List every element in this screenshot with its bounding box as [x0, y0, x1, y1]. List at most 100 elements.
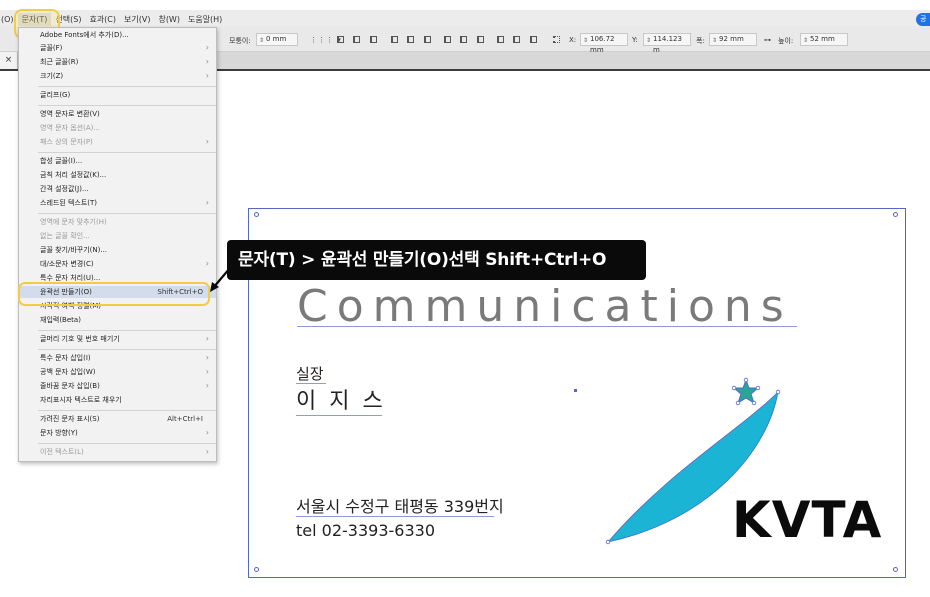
menu-item-resolve-missing-fonts: 없는 글꼴 확인... — [40, 232, 90, 240]
height-field[interactable]: ⇕ 52 mm — [800, 33, 848, 46]
submenu-arrow-icon: › — [205, 71, 209, 80]
stepper-icon[interactable]: ⇕ — [259, 35, 264, 46]
menu-separator — [38, 443, 216, 444]
anchor-point[interactable] — [605, 539, 611, 545]
menu-separator — [38, 410, 216, 411]
submenu-arrow-icon: › — [205, 353, 209, 362]
align-right-icon[interactable] — [370, 36, 377, 43]
y-field[interactable]: ⇕ 114.123 m — [643, 33, 691, 54]
menubar-top-space — [0, 0, 930, 10]
width-label: 폭: — [696, 37, 705, 45]
submenu-arrow-icon: › — [205, 57, 209, 66]
x-label: X: — [569, 36, 577, 44]
share-button[interactable]: 공 — [916, 13, 930, 26]
menu-item-type-orientation[interactable]: 문자 방향(Y) › — [19, 427, 216, 439]
menu-item-fit-headline: 영역에 문자 맞추기(H) — [40, 218, 107, 226]
menu-item-composite-fonts[interactable]: 합성 글꼴(I)... — [19, 155, 216, 167]
card-job-title[interactable]: 실장 — [296, 365, 324, 383]
menu-separator — [38, 105, 216, 106]
menu-item-fill-placeholder-text[interactable]: 자리표시자 텍스트로 채우기 — [19, 394, 216, 406]
selection-handle[interactable] — [254, 212, 259, 217]
stepper-icon[interactable]: ⇕ — [583, 35, 588, 46]
menu-item-mojikumi-settings[interactable]: 간격 설정값(J)... — [19, 183, 216, 195]
x-field[interactable]: ⇕ 106.72 mm — [580, 33, 628, 54]
menu-item-convert-area-type[interactable]: 영역 문자로 변환(V) — [19, 108, 216, 120]
distribute-top-icon[interactable] — [444, 36, 451, 43]
align-left-icon[interactable] — [337, 36, 344, 43]
menu-separator — [38, 152, 216, 153]
constrain-proportions-icon[interactable]: ⊶ — [764, 36, 771, 44]
width-field[interactable]: ⇕ 92 mm — [709, 33, 757, 46]
instruction-callout: 문자(T) > 윤곽선 만들기(O)선택 Shift+Ctrl+O — [227, 240, 646, 280]
submenu-arrow-icon: › — [205, 137, 209, 146]
menu-item-type-on-path: 패스 상의 문자(P) › — [40, 137, 209, 146]
submenu-arrow-icon: › — [205, 43, 209, 52]
text-baseline — [296, 516, 494, 517]
stepper-icon[interactable]: ⇕ — [646, 35, 651, 46]
text-baseline — [296, 415, 382, 416]
stepper-icon[interactable]: ⇕ — [712, 35, 717, 46]
create-outlines-highlight — [18, 282, 210, 306]
menu-item-legacy-text: 이전 텍스트(L) › — [40, 447, 209, 456]
align-bottom-icon[interactable] — [424, 36, 431, 43]
submenu-arrow-icon: › — [205, 381, 209, 390]
menu-item-recent-fonts[interactable]: 최근 글꼴(R) › — [19, 56, 216, 68]
menu-item-threaded-text[interactable]: 스레드된 텍스트(T) › — [19, 197, 216, 209]
stepper-icon[interactable]: ⇕ — [803, 35, 808, 46]
menu-item-change-case[interactable]: 대/소문자 변경(C) › — [19, 258, 216, 270]
submenu-arrow-icon: › — [205, 198, 209, 207]
align-center-icon[interactable] — [353, 36, 360, 43]
menu-separator — [38, 330, 216, 331]
menu-item-insert-break[interactable]: 줄바꿈 문자 삽입(B) › — [19, 380, 216, 392]
menu-item-font[interactable]: 글꼴(F) › — [19, 42, 216, 54]
menu-item-show-hidden-characters[interactable]: 가려진 문자 표시(S) Alt+Ctrl+I — [19, 413, 216, 425]
menu-item-add-adobe-fonts[interactable]: Adobe Fonts에서 추가(D)... — [19, 29, 216, 41]
submenu-arrow-icon: › — [205, 428, 209, 437]
menu-separator — [38, 213, 216, 214]
shortcut-label: Alt+Ctrl+I — [167, 415, 203, 423]
distribute-bottom-icon[interactable] — [477, 36, 484, 43]
y-label: Y: — [632, 36, 638, 44]
menubar: (O) 문자(T) 선택(S) 효과(C) 보기(V) 창(W) 도움말(H) … — [0, 0, 930, 26]
menu-separator — [38, 86, 216, 87]
logo-text[interactable]: KVTA — [732, 492, 882, 548]
menu-item-kinsoku-settings[interactable]: 금칙 처리 설정값(K)... — [19, 169, 216, 181]
corner-label: 모퉁이: — [229, 37, 251, 45]
menu-item-find-replace-font[interactable]: 글꼴 찾기/바꾸기(N)... — [19, 244, 216, 256]
card-person-name[interactable]: 이 지 스 — [296, 389, 386, 415]
align-middle-icon[interactable] — [407, 36, 414, 43]
type-menu-dropdown: Adobe Fonts에서 추가(D)... 글꼴(F) › 최근 글꼴(R) › … — [18, 27, 217, 462]
menu-effect[interactable]: 효과(C) — [85, 13, 120, 26]
distribute-center-icon[interactable] — [513, 36, 520, 43]
text-baseline — [297, 326, 797, 327]
selection-handle[interactable] — [893, 567, 898, 572]
card-address[interactable]: 서울시 수정구 태평동 339번지 — [296, 497, 504, 517]
menu-item-insert-whitespace[interactable]: 공백 문자 삽입(W) › — [19, 366, 216, 378]
menu-item-size[interactable]: 크기(Z) › — [19, 70, 216, 82]
menu-help[interactable]: 도움말(H) — [184, 13, 226, 26]
close-tab-icon[interactable]: × — [0, 52, 18, 69]
distribute-middle-icon[interactable] — [460, 36, 467, 43]
menu-item-insert-special-character[interactable]: 특수 문자 삽입(I) › — [19, 352, 216, 364]
selection-handle[interactable] — [254, 567, 259, 572]
submenu-arrow-icon: › — [205, 334, 209, 343]
menu-item-glyphs[interactable]: 글리프(G) — [19, 89, 216, 101]
card-headline[interactable]: Communications — [297, 283, 793, 331]
align-top-icon[interactable] — [391, 36, 398, 43]
distribute-left-icon[interactable] — [497, 36, 504, 43]
logo-star-shape — [731, 377, 761, 406]
distribute-right-icon[interactable] — [530, 36, 537, 43]
menu-window[interactable]: 창(W) — [154, 13, 184, 26]
corner-field[interactable]: ⇕ 0 mm — [256, 33, 298, 46]
menu-item-bullets-numbering[interactable]: 글머리 기호 및 번호 매기기 › — [19, 333, 216, 345]
anchor-point[interactable] — [775, 389, 781, 395]
submenu-arrow-icon: › — [205, 447, 209, 456]
selection-handle[interactable] — [893, 212, 898, 217]
height-label: 높이: — [778, 37, 794, 45]
card-telephone[interactable]: tel 02-3393-6330 — [296, 521, 435, 541]
reference-point-icon[interactable] — [553, 36, 560, 43]
submenu-arrow-icon: › — [205, 367, 209, 376]
text-baseline — [296, 383, 326, 384]
menu-item-retype-beta[interactable]: 재입력(Beta) — [19, 314, 216, 326]
menu-view[interactable]: 보기(V) — [120, 13, 154, 26]
